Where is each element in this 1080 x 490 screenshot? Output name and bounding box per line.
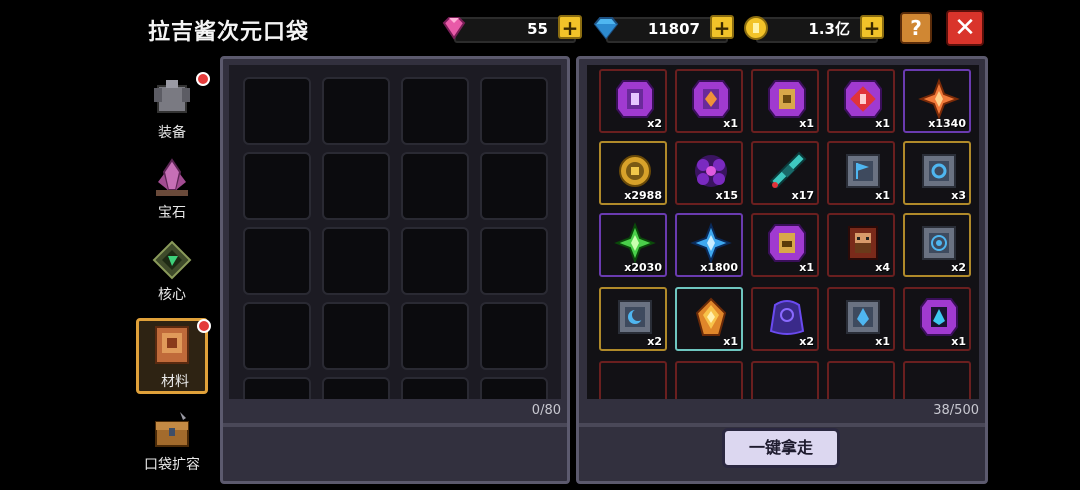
material-item[interactable]: x1 <box>827 69 895 133</box>
amber-crystal-icon <box>695 297 727 336</box>
sidebar-item-label: 口袋扩容 <box>144 457 200 473</box>
material-item[interactable]: x17 <box>751 141 819 205</box>
green-star-shard-icon <box>614 222 656 264</box>
stone-moon-tablet-icon <box>618 300 652 334</box>
material-item[interactable]: x2 <box>751 287 819 351</box>
stone-flame-tablet-icon <box>846 300 880 334</box>
pocket-panel: 0/80 <box>220 56 570 484</box>
material-item[interactable] <box>903 361 971 399</box>
pocket-count: 0/80 <box>531 403 561 418</box>
orange-star-shard-icon <box>918 78 960 120</box>
add-gem-button[interactable]: + <box>558 15 582 39</box>
materials-panel: x2 x1 x1 x1 x1340 x2988 x15 x17 x1 x3 x2… <box>576 56 988 484</box>
gold-coin-icon <box>744 16 768 40</box>
material-item[interactable]: x4 <box>827 213 895 277</box>
blue-star-shard-icon <box>690 222 732 264</box>
material-item[interactable]: x1 <box>751 69 819 133</box>
sidebar-item-expand[interactable]: 口袋扩容 <box>136 404 208 480</box>
pocket-grid[interactable] <box>229 65 561 399</box>
stone-flag-tablet-icon <box>846 154 880 188</box>
material-item[interactable]: x1 <box>675 69 743 133</box>
material-item[interactable]: x2030 <box>599 213 667 277</box>
add-coin-button[interactable]: + <box>860 15 884 39</box>
pink-gem-icon <box>442 17 466 40</box>
purple-chest-rune-icon <box>768 224 806 262</box>
sidebar-item-label: 材料 <box>161 374 189 390</box>
sidebar-item-core[interactable]: 核心 <box>136 234 208 310</box>
cyan-blade-icon <box>769 151 807 189</box>
material-item[interactable]: x15 <box>675 141 743 205</box>
material-item[interactable]: x3 <box>903 141 971 205</box>
close-button[interactable]: ✕ <box>946 10 984 46</box>
material-item[interactable]: x1 <box>903 287 971 351</box>
stone-ring-tablet-icon <box>922 154 956 188</box>
material-item[interactable] <box>827 361 895 399</box>
page-title: 拉吉酱次元口袋 <box>148 20 310 45</box>
purple-blue-flame-rune-icon <box>920 298 958 336</box>
warrior-portrait-icon <box>848 226 878 260</box>
stone-swirl-tablet-icon <box>922 226 956 260</box>
material-item[interactable]: x2 <box>599 287 667 351</box>
treasure-chest-icon <box>155 412 189 447</box>
material-item[interactable]: x1 <box>827 141 895 205</box>
sidebar-item-equipment[interactable]: 装备 <box>136 72 210 148</box>
material-item[interactable] <box>675 361 743 399</box>
purple-mystery-rune-icon <box>844 80 882 118</box>
sidebar-item-gems[interactable]: 宝石 <box>136 152 208 228</box>
material-item[interactable]: x1340 <box>903 69 971 133</box>
currency-diamond: 11807 + <box>592 14 738 43</box>
sidebar-item-label: 宝石 <box>158 205 186 221</box>
materials-book-icon <box>155 326 189 364</box>
purple-scroll-icon <box>616 80 654 118</box>
material-item[interactable]: x1800 <box>675 213 743 277</box>
material-item[interactable] <box>599 361 667 399</box>
material-item[interactable]: x2 <box>903 213 971 277</box>
blue-diamond-icon <box>593 17 619 40</box>
armor-icon <box>154 80 190 113</box>
materials-count: 38/500 <box>933 403 979 418</box>
currency-coin: 1.3亿 + <box>742 14 888 43</box>
sidebar-item-label: 装备 <box>158 125 186 141</box>
help-button[interactable]: ? <box>900 12 932 44</box>
materials-grid[interactable]: x2 x1 x1 x1 x1340 x2988 x15 x17 x1 x3 x2… <box>587 65 979 399</box>
gem-crystal-icon <box>156 158 188 196</box>
material-item[interactable]: x1 <box>751 213 819 277</box>
purple-gold-rune-icon <box>768 80 806 118</box>
sidebar-item-label: 核心 <box>158 287 186 303</box>
core-icon <box>152 240 192 280</box>
material-item[interactable] <box>751 361 819 399</box>
currency-gem: 55 + <box>440 14 586 43</box>
purple-orange-rune-icon <box>692 80 730 118</box>
blue-cloak-icon <box>769 300 805 335</box>
dark-flower-icon <box>695 155 727 187</box>
add-diamond-button[interactable]: + <box>710 15 734 39</box>
material-item[interactable]: x2 <box>599 69 667 133</box>
sidebar-item-materials[interactable]: 材料 <box>136 318 211 394</box>
material-item[interactable]: x1 <box>827 287 895 351</box>
gold-coin-medal-icon <box>619 155 651 187</box>
material-item[interactable]: x2988 <box>599 141 667 205</box>
material-item[interactable]: x1 <box>675 287 743 351</box>
take-all-button[interactable]: 一键拿走 <box>722 428 840 468</box>
